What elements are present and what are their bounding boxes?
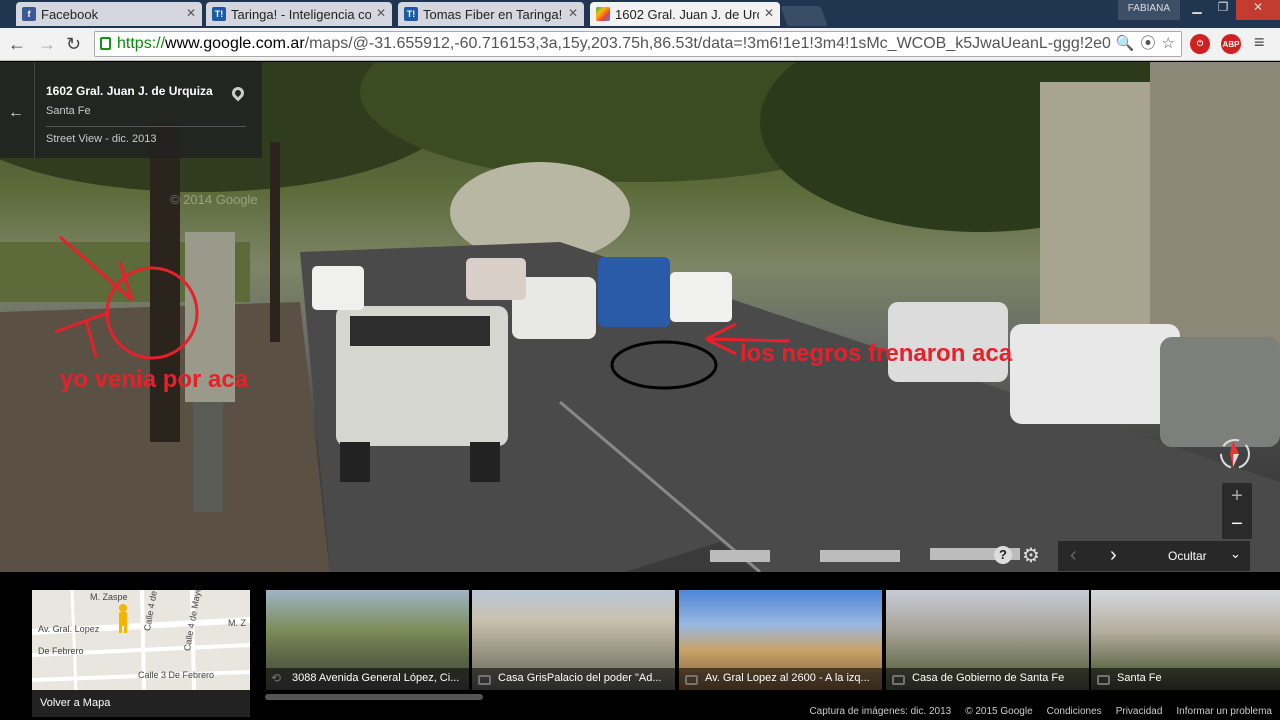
- tab-taringa[interactable]: T! Taringa! - Inteligencia colectiva ✕: [206, 2, 392, 26]
- restore-icon[interactable]: ❐: [1210, 0, 1236, 20]
- street-label: M. Z: [228, 618, 246, 628]
- reload-icon[interactable]: ↻: [66, 34, 81, 55]
- report-problem-link[interactable]: Informar un problema: [1176, 706, 1272, 717]
- imagery-date: Captura de imágenes: dic. 2013: [809, 706, 952, 717]
- facebook-favicon-icon: f: [22, 7, 36, 21]
- browser-toolbar: ← → ↻ https://www.google.com.ar/maps/@-3…: [0, 28, 1280, 61]
- close-tab-icon[interactable]: ✕: [186, 6, 196, 20]
- pegman-icon[interactable]: [116, 604, 130, 634]
- taringa-favicon-icon: T!: [404, 7, 418, 21]
- zoom-in-icon[interactable]: +: [1222, 483, 1252, 511]
- window-controls: FABIANA ▁ ❐ ✕: [1117, 0, 1280, 20]
- address-bar[interactable]: https://www.google.com.ar/maps/@-31.6559…: [94, 31, 1182, 57]
- close-tab-icon[interactable]: ✕: [376, 6, 386, 20]
- back-arrow-icon[interactable]: ←: [8, 34, 26, 55]
- tab-title: Taringa! - Inteligencia colectiva: [231, 6, 371, 22]
- adblock-plus-icon[interactable]: ABP: [1221, 34, 1241, 54]
- forward-arrow-icon[interactable]: →: [38, 34, 56, 55]
- lock-icon: [100, 37, 111, 50]
- chevron-right-icon[interactable]: ›: [1110, 544, 1117, 567]
- minimize-icon[interactable]: ▁: [1184, 0, 1210, 20]
- tab-title: Facebook: [41, 6, 99, 22]
- close-tab-icon[interactable]: ✕: [568, 6, 578, 20]
- thumbnail-caption: 3088 Avenida General López, Ci...: [266, 668, 469, 690]
- zoom-out-icon[interactable]: −: [1222, 511, 1252, 539]
- photo-strip-scrollbar[interactable]: [265, 694, 483, 700]
- annotation-right: los negros frenaron aca: [740, 340, 1013, 367]
- thumbnail-4[interactable]: Casa de Gobierno de Santa Fe: [886, 590, 1089, 690]
- star-bookmark-icon[interactable]: ☆: [1162, 32, 1175, 56]
- help-icon[interactable]: ?: [994, 546, 1012, 564]
- settings-gear-icon[interactable]: ⚙: [1022, 543, 1040, 568]
- mini-map[interactable]: M. Zaspe Av. Gral. Lopez Calle 4 de Ener…: [32, 590, 250, 690]
- map-pin-icon[interactable]: [229, 84, 247, 102]
- annotation-left: yo venia por aca: [60, 366, 249, 393]
- tab-tomas-fiber[interactable]: T! Tomas Fiber en Taringa! ✕: [398, 2, 584, 26]
- thumbnail-3[interactable]: Av. Gral Lopez al 2600 - A la izq...: [679, 590, 882, 690]
- thumbnail-2[interactable]: Casa GrisPalacio del poder "Ad...: [472, 590, 675, 690]
- url-path: /maps/@-31.655912,-60.716153,3a,15y,203.…: [304, 35, 1128, 52]
- hide-button[interactable]: Ocultar: [1168, 549, 1207, 563]
- profile-name[interactable]: FABIANA: [1117, 0, 1180, 20]
- close-window-icon[interactable]: ✕: [1236, 0, 1280, 20]
- address-title[interactable]: 1602 Gral. Juan J. de Urquiza: [46, 84, 213, 98]
- divider: [46, 126, 246, 127]
- menu-icon[interactable]: ≡: [1254, 32, 1265, 53]
- close-tab-icon[interactable]: ✕: [764, 6, 774, 20]
- chevron-down-icon[interactable]: ⌄: [1230, 546, 1241, 562]
- zoom-icon[interactable]: 🔍: [1116, 32, 1135, 56]
- location-info-card: ← 1602 Gral. Juan J. de Urquiza Santa Fe…: [0, 62, 262, 158]
- thumbnail-1[interactable]: ⟲ 3088 Avenida General López, Ci...: [266, 590, 469, 690]
- thumbnail-caption: Casa de Gobierno de Santa Fe: [886, 668, 1089, 690]
- back-to-map-button[interactable]: Volver a Mapa: [32, 690, 250, 717]
- taringa-favicon-icon: T!: [212, 7, 226, 21]
- city-label: Santa Fe: [46, 105, 91, 117]
- street-label: M. Zaspe: [90, 592, 128, 602]
- thumbnail-caption: Casa GrisPalacio del poder "Ad...: [472, 668, 675, 690]
- chevron-left-icon[interactable]: ‹: [1070, 544, 1077, 567]
- tab-facebook[interactable]: f Facebook ✕: [16, 2, 202, 26]
- compass-icon[interactable]: [1214, 437, 1256, 471]
- tab-title: Tomas Fiber en Taringa!: [423, 6, 563, 22]
- tab-google-maps[interactable]: 1602 Gral. Juan J. de Urquiza ✕: [590, 2, 780, 26]
- street-label: De Febrero: [38, 646, 84, 656]
- streetview-date: Street View - dic. 2013: [46, 133, 157, 145]
- map-footer: Captura de imágenes: dic. 2013 © 2015 Go…: [809, 706, 1272, 717]
- street-label: Calle 3 De Febrero: [138, 670, 215, 680]
- url-host: www.google.com.ar: [165, 35, 305, 52]
- browser-tabstrip: f Facebook ✕ T! Taringa! - Inteligencia …: [0, 0, 1280, 28]
- thumbnail-5[interactable]: Santa Fe: [1091, 590, 1280, 690]
- location-icon[interactable]: ⦿: [1141, 32, 1156, 56]
- terms-link[interactable]: Condiciones: [1047, 706, 1102, 717]
- url-scheme: https://: [117, 35, 166, 52]
- photo-nav-bar: ‹ › Ocultar ⌄: [1058, 541, 1250, 571]
- copyright: © 2015 Google: [965, 706, 1033, 717]
- thumbnail-caption: Santa Fe: [1091, 668, 1280, 690]
- tab-title: 1602 Gral. Juan J. de Urquiza: [615, 6, 759, 22]
- maps-favicon-icon: [596, 7, 610, 21]
- back-arrow-icon[interactable]: ←: [8, 104, 24, 122]
- privacy-link[interactable]: Privacidad: [1116, 706, 1163, 717]
- thumbnail-caption: Av. Gral Lopez al 2600 - A la izq...: [679, 668, 882, 690]
- street-label: Av. Gral. Lopez: [38, 624, 100, 634]
- google-watermark: © 2014 Google: [170, 192, 258, 207]
- divider: [34, 62, 35, 158]
- extension-power-icon[interactable]: ⏻: [1190, 34, 1210, 54]
- new-tab-button[interactable]: [780, 6, 828, 26]
- omnibox-icons: 🔍 ⦿ ☆: [1111, 32, 1175, 56]
- zoom-control: + −: [1222, 483, 1252, 539]
